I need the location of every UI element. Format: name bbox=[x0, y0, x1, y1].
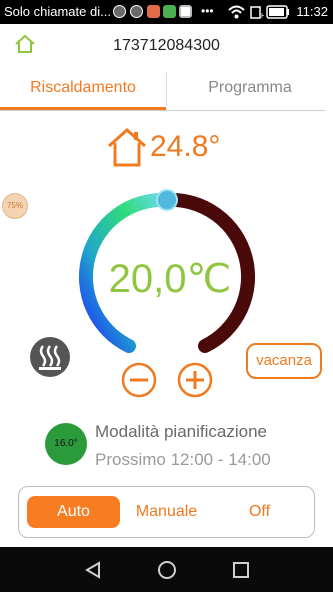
clock: 11:32 bbox=[296, 4, 328, 19]
decrease-button[interactable] bbox=[121, 362, 157, 398]
notification-icon bbox=[130, 5, 143, 18]
vacation-button[interactable]: vacanza bbox=[246, 343, 322, 379]
heating-icon bbox=[30, 337, 70, 377]
mode-auto-button[interactable]: Auto bbox=[27, 496, 120, 528]
system-nav-bar bbox=[0, 547, 333, 592]
schedule-mode-title: Modalità pianificazione bbox=[95, 422, 267, 441]
schedule-temperature-badge: 16.0° bbox=[45, 423, 87, 465]
setpoint-temperature: 20,0℃ bbox=[108, 257, 232, 301]
app-notification-icon bbox=[163, 5, 176, 18]
tab-riscaldamento[interactable]: Riscaldamento bbox=[0, 66, 166, 110]
more-icon: ••• bbox=[201, 4, 214, 18]
tab-bar-divider bbox=[0, 110, 326, 111]
increase-button[interactable] bbox=[177, 362, 213, 398]
dial-handle[interactable] bbox=[156, 189, 178, 211]
sim-icon: H bbox=[250, 6, 264, 19]
house-icon bbox=[108, 127, 146, 167]
current-temperature: 24.8° bbox=[150, 130, 221, 163]
recent-apps-icon[interactable] bbox=[232, 561, 250, 579]
notification-icon bbox=[113, 5, 126, 18]
app-notification-icon bbox=[179, 5, 192, 18]
device-id-title: 173712084300 bbox=[113, 37, 220, 54]
notification-text: Solo chiamate di... bbox=[4, 4, 111, 19]
mode-off-button[interactable]: Off bbox=[213, 496, 306, 528]
back-icon[interactable] bbox=[84, 561, 102, 579]
home-nav-icon[interactable] bbox=[157, 560, 177, 580]
svg-text:H: H bbox=[261, 13, 264, 19]
humidity-badge: 75% bbox=[2, 193, 28, 219]
app-header: 173712084300 bbox=[0, 24, 333, 66]
mode-manual-button[interactable]: Manuale bbox=[120, 496, 213, 528]
status-bar: Solo chiamate di... ••• H 11:32 bbox=[0, 0, 333, 24]
schedule-next-slot: Prossimo 12:00 - 14:00 bbox=[95, 450, 271, 469]
app-notification-icon bbox=[147, 5, 160, 18]
tab-programma[interactable]: Programma bbox=[167, 66, 333, 110]
battery-icon bbox=[266, 5, 289, 19]
wifi-icon bbox=[228, 5, 245, 19]
